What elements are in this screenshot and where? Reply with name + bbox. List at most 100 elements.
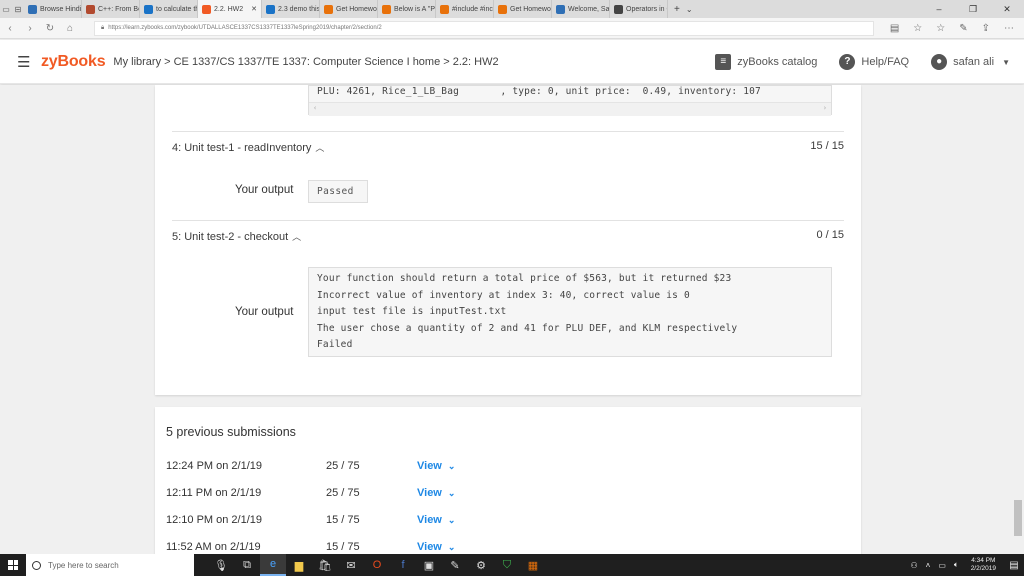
photos-icon[interactable]: ▣ — [416, 554, 442, 576]
refresh-icon[interactable]: ↻ — [40, 23, 60, 34]
test-5-title: 5: Unit test-2 - checkout — [172, 231, 289, 243]
close-window-button[interactable]: ✕ — [990, 0, 1024, 18]
forward-icon[interactable]: › — [20, 23, 40, 34]
view-submission-button[interactable]: View ⌄ — [417, 460, 455, 472]
pen-app-icon[interactable]: ✎ — [442, 554, 468, 576]
your-output-label: Your output — [235, 184, 294, 196]
app-grid-icon[interactable]: ▦ — [520, 554, 546, 576]
browser-tab[interactable]: Welcome, Safan - — [552, 0, 610, 18]
back-icon[interactable]: ‹ — [0, 23, 20, 34]
chevron-down-icon: ▼ — [1002, 57, 1010, 67]
view-label: View — [417, 460, 442, 472]
tab-list-icon[interactable]: ⊟ — [12, 5, 24, 14]
scroll-right-icon[interactable]: › — [823, 104, 827, 112]
browser-tab[interactable]: C++: From Begin — [82, 0, 140, 18]
file-explorer-icon[interactable]: ▆ — [286, 554, 312, 576]
tab-label: Get Homework H — [336, 5, 377, 13]
notification-icon[interactable]: ▤ — [1004, 560, 1024, 571]
submission-row: 12:10 PM on 2/1/19 15 / 75 View ⌄ — [166, 514, 856, 541]
tab-favicon-icon — [382, 4, 391, 14]
menu-icon[interactable]: ☰ — [17, 53, 31, 71]
tab-favicon-icon — [28, 4, 37, 14]
submission-row: 12:24 PM on 2/1/19 25 / 75 View ⌄ — [166, 460, 856, 487]
tab-label: Operators in C are — [626, 5, 667, 13]
url-field[interactable]: 🔒︎ https://learn.zybooks.com/zybook/UTDA… — [94, 20, 874, 36]
edge-browser-icon[interactable]: e — [260, 554, 286, 576]
close-tab-icon[interactable]: ✕ — [251, 5, 257, 13]
browser-tab[interactable]: to calculate the pr — [140, 0, 198, 18]
minimize-button[interactable]: – — [922, 0, 956, 18]
windows-taskbar: Type here to search 🎙︎ ⧉ e ▆ 🛍︎ ✉ O f ▣ … — [0, 554, 1024, 576]
windows-logo-icon — [8, 560, 18, 570]
tab-label: #include #include — [452, 5, 493, 13]
tab-favicon-icon — [556, 4, 565, 14]
browser-tab[interactable]: Get Homework H — [320, 0, 378, 18]
view-submission-button[interactable]: View ⌄ — [417, 541, 455, 553]
browser-tab[interactable]: Browse Hindi Mov — [24, 0, 82, 18]
maximize-button[interactable]: ❐ — [956, 0, 990, 18]
test-5-output: Your function should return a total pric… — [308, 267, 832, 357]
browser-tab[interactable]: 2.2. HW2 ✕ — [198, 0, 262, 18]
network-icon[interactable]: ▭ — [938, 561, 946, 570]
task-view-icon[interactable]: ⧉ — [234, 554, 260, 576]
catalog-link[interactable]: ≡ zyBooks catalog — [715, 54, 817, 70]
submissions-title: 5 previous submissions — [166, 425, 296, 439]
favorites-bar-icon[interactable]: ☆ — [936, 23, 945, 34]
zybooks-logo[interactable]: zyBooks — [41, 53, 106, 71]
output-line: PLU: 4261, Rice_1_LB_Bag , type: 0, unit… — [317, 86, 761, 97]
scroll-left-icon[interactable]: ‹ — [313, 104, 317, 112]
tab-preview-icon[interactable]: ▭ — [0, 5, 12, 14]
start-button[interactable] — [0, 554, 26, 576]
favorite-star-icon[interactable]: ☆ — [913, 23, 922, 34]
divider — [172, 131, 844, 132]
page-scrollbar[interactable] — [1012, 85, 1024, 554]
more-icon[interactable]: ⋯ — [1004, 23, 1014, 34]
browser-tab[interactable]: Operators in C are — [610, 0, 668, 18]
chevron-down-icon: ⌄ — [447, 488, 456, 498]
browser-tab[interactable]: Get Homework He — [494, 0, 552, 18]
clock[interactable]: 4:34 PM 2/2/2019 — [971, 557, 996, 573]
browser-tab[interactable]: Below is A "Produ — [378, 0, 436, 18]
store-icon[interactable]: 🛍︎ — [312, 554, 338, 576]
mail-icon[interactable]: ✉ — [338, 554, 364, 576]
test-5-toggle[interactable]: 5: Unit test-2 - checkout ︿ — [172, 230, 301, 243]
user-menu[interactable]: ● safan ali ▼ — [931, 54, 1010, 70]
reading-view-icon[interactable]: ▤ — [890, 23, 899, 34]
main-content: PLU: 4261, Rice_1_LB_Bag , type: 0, unit… — [0, 85, 1024, 554]
tab-dropdown-icon[interactable]: ⌄ — [686, 5, 693, 14]
scrollbar-thumb[interactable] — [1014, 500, 1022, 536]
help-icon: ? — [839, 54, 856, 70]
breadcrumb[interactable]: My library > CE 1337/CS 1337/TE 1337: Co… — [113, 56, 498, 68]
test-4-toggle[interactable]: 4: Unit test-1 - readInventory ︿ — [172, 141, 324, 154]
tab-favicon-icon — [86, 4, 95, 14]
submission-score: 25 / 75 — [326, 487, 360, 499]
tab-label: Welcome, Safan - — [568, 5, 610, 13]
security-icon[interactable]: ⛉ — [494, 554, 520, 576]
pen-icon[interactable]: ✎ — [959, 23, 967, 34]
tab-favicon-icon — [144, 4, 153, 14]
home-icon[interactable]: ⌂ — [60, 23, 80, 34]
new-tab-button[interactable]: + — [674, 4, 680, 15]
microphone-icon[interactable]: 🎙︎ — [208, 554, 234, 576]
tab-favicon-icon — [614, 4, 623, 14]
show-hidden-icons[interactable]: ˄ — [926, 561, 931, 570]
help-link[interactable]: ? Help/FAQ — [839, 54, 909, 70]
volume-icon[interactable]: 🔈︎ — [954, 560, 959, 570]
browser-tab[interactable]: #include #include — [436, 0, 494, 18]
settings-icon[interactable]: ⚙ — [468, 554, 494, 576]
browser-tab[interactable]: 2.3 demo this is ju — [262, 0, 320, 18]
system-tray: ⚇ ˄ ▭ 🔈︎ 4:34 PM 2/2/2019 ▤ — [906, 554, 1024, 576]
share-icon[interactable]: ⇪ — [982, 23, 990, 34]
people-icon[interactable]: ⚇ — [910, 561, 917, 570]
view-submission-button[interactable]: View ⌄ — [417, 514, 455, 526]
opera-icon[interactable]: O — [364, 554, 390, 576]
submission-score: 25 / 75 — [326, 460, 360, 472]
submission-score: 15 / 75 — [326, 541, 360, 553]
taskbar-search[interactable]: Type here to search — [26, 554, 194, 576]
submission-time: 12:11 PM on 2/1/19 — [166, 487, 262, 499]
url-text: https://learn.zybooks.com/zybook/UTDALLA… — [108, 25, 382, 31]
submission-time: 12:10 PM on 2/1/19 — [166, 514, 263, 526]
horizontal-scrollbar[interactable]: ‹ › — [309, 102, 831, 116]
view-submission-button[interactable]: View ⌄ — [417, 487, 455, 499]
facebook-icon[interactable]: f — [390, 554, 416, 576]
